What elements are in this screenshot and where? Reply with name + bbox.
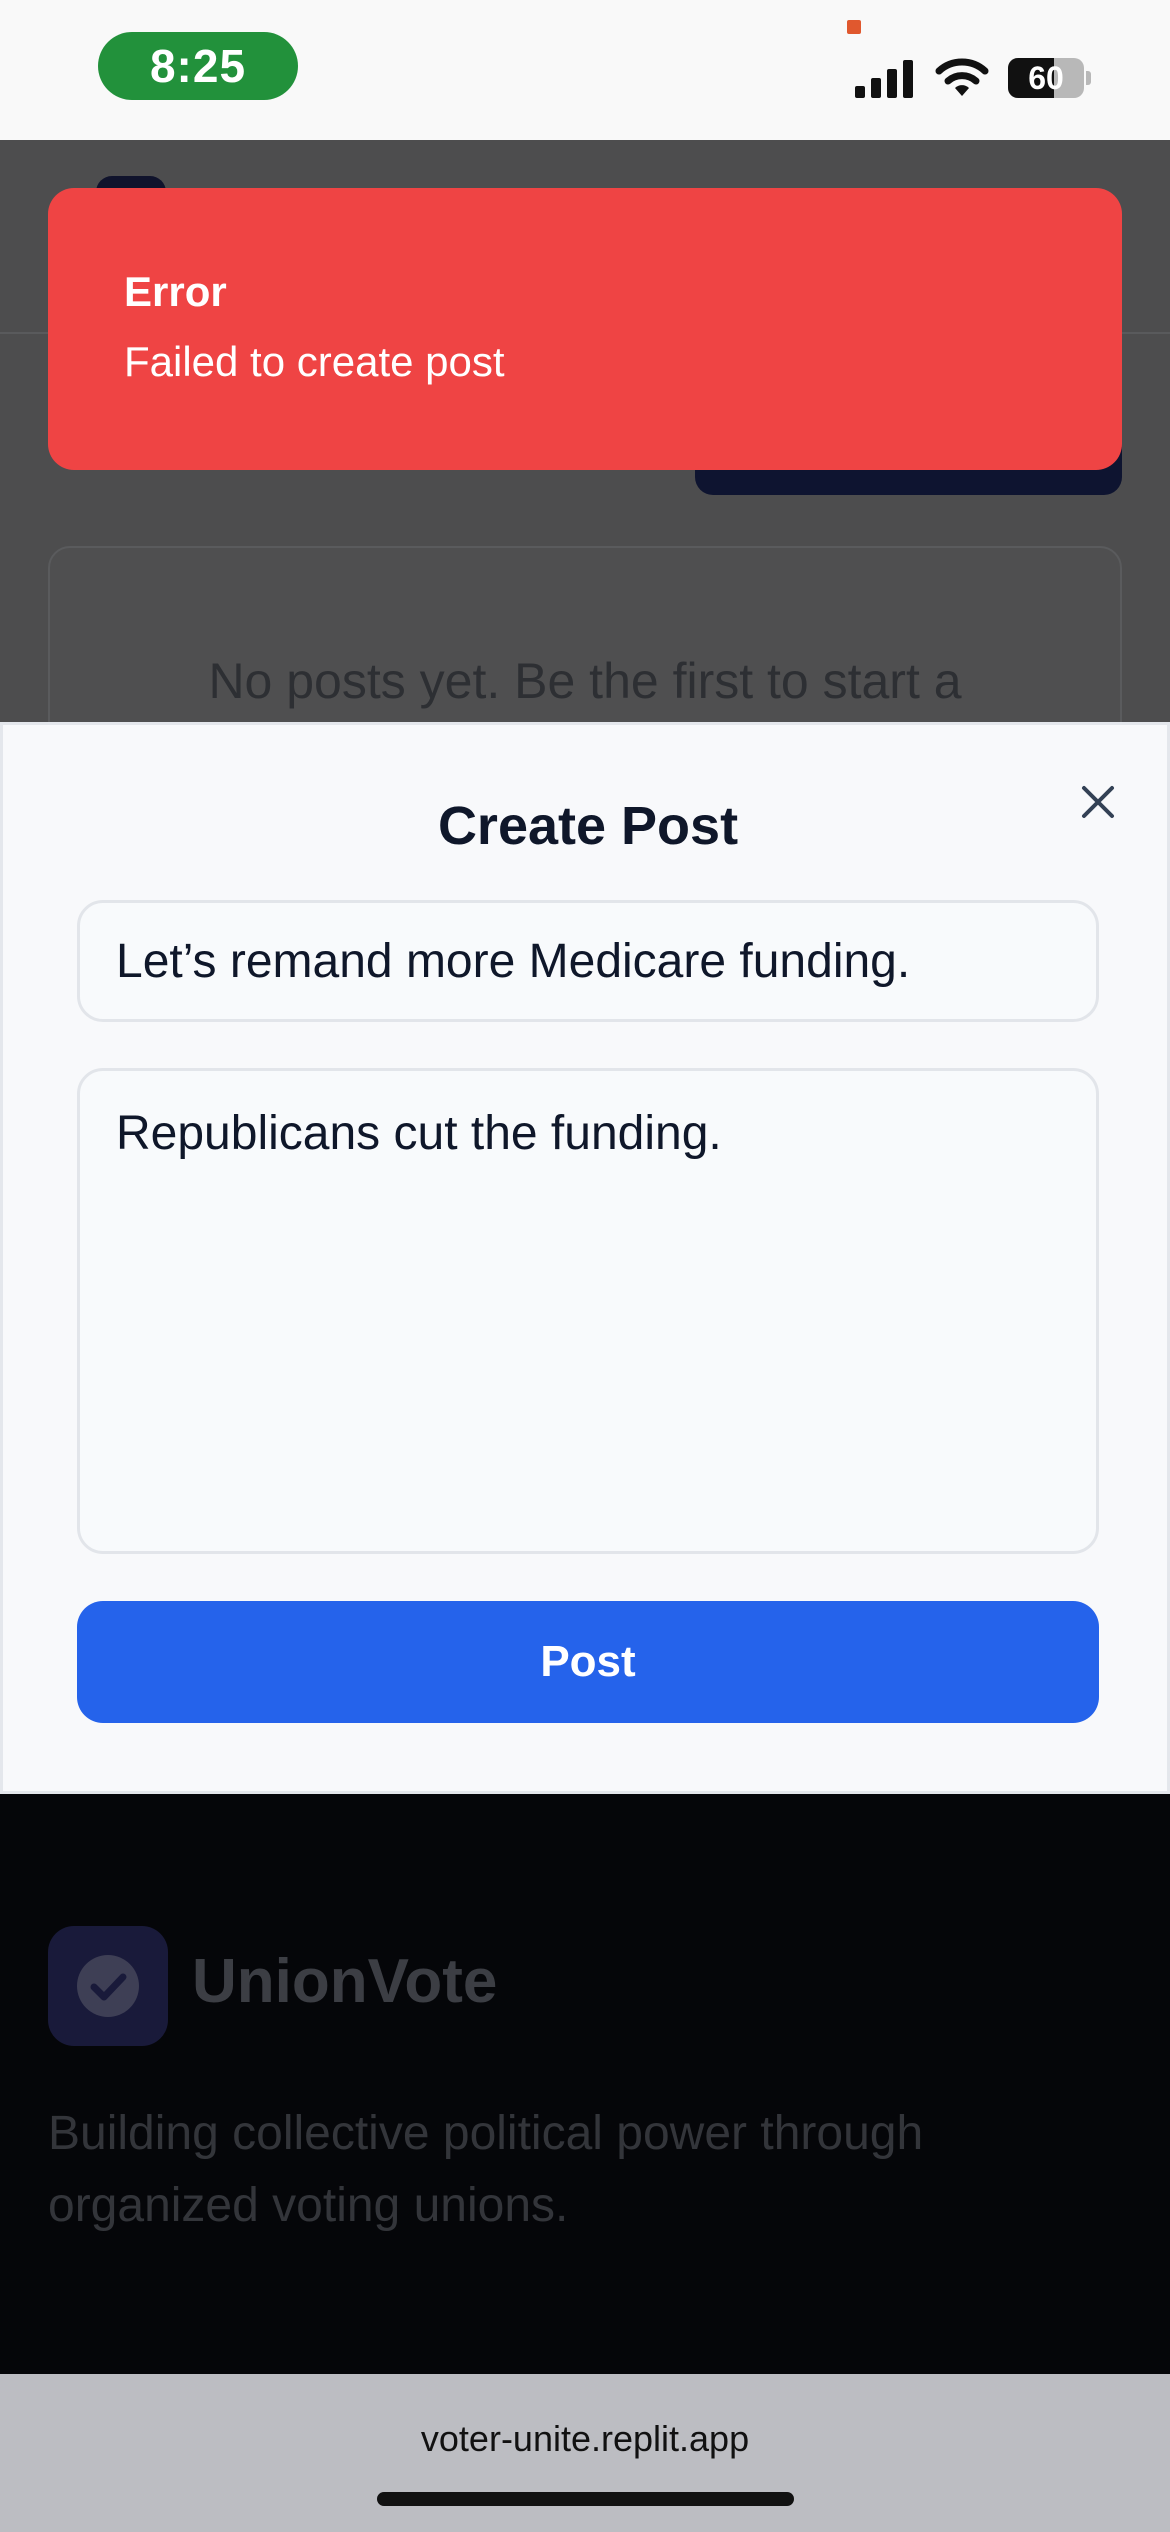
check-circle-icon xyxy=(77,1955,139,2017)
battery-tip xyxy=(1086,71,1091,85)
site-footer xyxy=(0,1794,1170,2374)
toast-title: Error xyxy=(124,268,227,315)
post-button[interactable]: Post xyxy=(77,1601,1099,1723)
sheet-title: Create Post xyxy=(437,796,739,856)
footer-brand: UnionVote xyxy=(192,1947,498,2016)
create-post-sheet: Create Post Republicans cut the funding.… xyxy=(0,722,1170,1794)
battery-body: 60 xyxy=(1008,58,1084,98)
toast-description: Failed to create post xyxy=(124,338,505,385)
footer-logo xyxy=(48,1926,168,2046)
battery-icon: 60 xyxy=(1008,58,1091,98)
battery-percent: 60 xyxy=(1028,60,1064,96)
status-bar: 8:25 60 xyxy=(0,0,1170,140)
status-time: 8:25 xyxy=(98,32,298,100)
recording-indicator xyxy=(847,20,861,34)
post-title-input[interactable] xyxy=(77,900,1099,1022)
empty-state-text: No posts yet. Be the first to start a xyxy=(208,653,962,709)
footer-tagline: Building collective political power thro… xyxy=(48,2107,924,2232)
home-indicator[interactable] xyxy=(377,2492,794,2506)
url-text: voter-unite.replit.app xyxy=(420,2418,750,2459)
wifi-icon xyxy=(935,58,989,96)
signal-icon xyxy=(855,60,913,98)
browser-address-bar[interactable]: voter-unite.replit.app xyxy=(0,2374,1170,2532)
close-icon xyxy=(1082,786,1114,818)
post-body-input[interactable]: Republicans cut the funding. xyxy=(77,1068,1099,1554)
error-toast[interactable]: Error Failed to create post xyxy=(48,188,1122,470)
close-button[interactable] xyxy=(1073,777,1123,827)
